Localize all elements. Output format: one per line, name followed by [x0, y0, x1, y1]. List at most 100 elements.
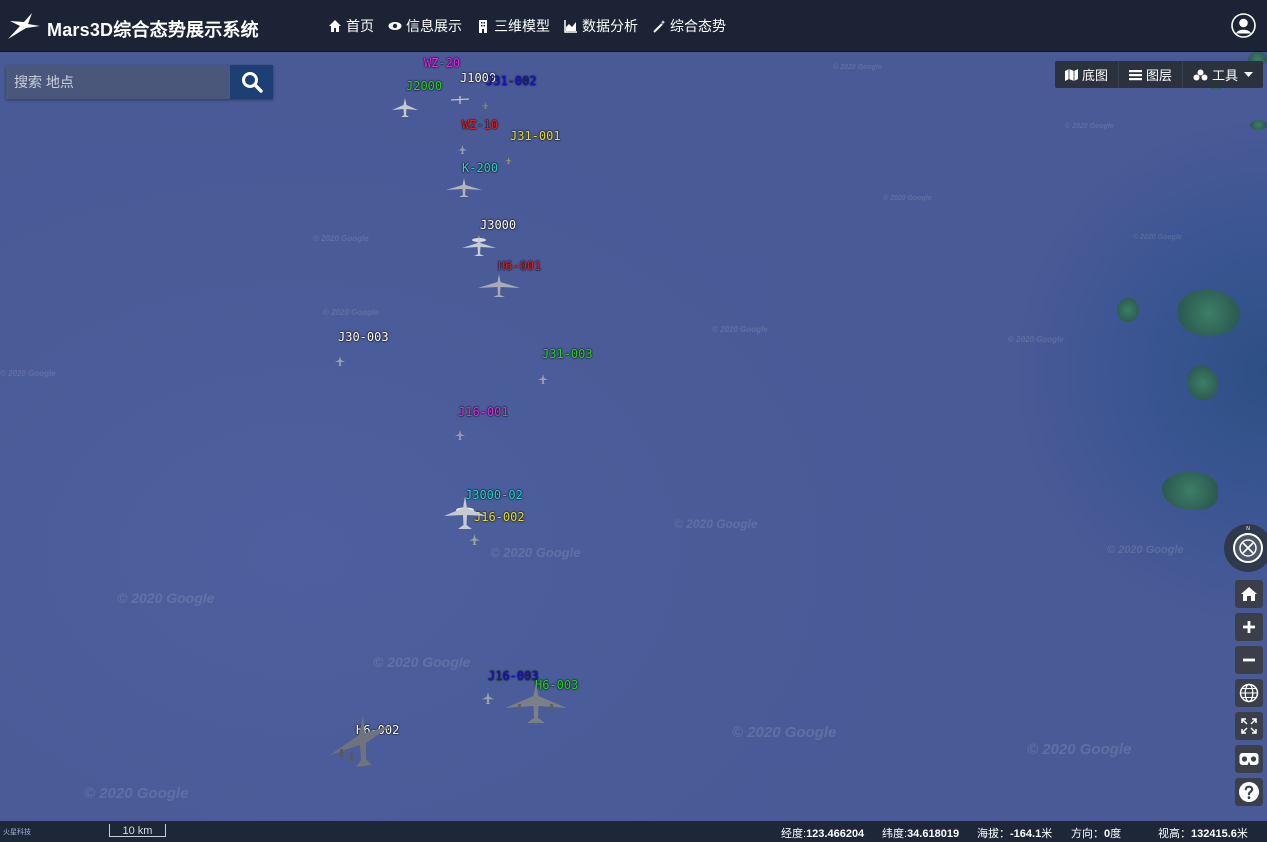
vr-headset-icon — [1239, 753, 1259, 765]
layers-button[interactable]: 图层 — [1119, 61, 1183, 88]
google-watermark: © 2020 Google — [674, 517, 758, 531]
latitude-value: 34.618019 — [907, 828, 960, 840]
status-bar: 火星科技 10 km 经度:123.466204 纬度:34.618019 海拔… — [0, 821, 1267, 842]
aircraft-label: J2000 — [406, 79, 443, 93]
google-watermark: © 2020 Google — [0, 369, 56, 378]
search-button[interactable] — [230, 65, 273, 99]
view-height-readout: 视高：132415.6米 — [1158, 825, 1248, 841]
zoom-in-button[interactable] — [1235, 613, 1263, 641]
home-view-button[interactable] — [1235, 580, 1263, 608]
main-nav: 首页 信息展示 三维模型 数据分析 综合态势 — [328, 16, 740, 36]
help-button[interactable] — [1235, 778, 1263, 806]
nav-label: 信息展示 — [406, 18, 462, 34]
aircraft-icon[interactable] — [330, 715, 392, 769]
map-toolbar: 底图 图层 工具 — [1054, 61, 1263, 88]
aircraft-icon[interactable] — [335, 356, 345, 366]
globe-map-view[interactable]: © 2020 Google © 2020 Google © 2020 Googl… — [0, 52, 1267, 821]
scale-bar: 10 km — [109, 824, 166, 837]
aircraft-label: K-200 — [462, 161, 499, 175]
nav-label: 数据分析 — [582, 18, 638, 34]
nav-item-3d-model[interactable]: 三维模型 — [476, 16, 550, 36]
aircraft-icon[interactable] — [538, 374, 548, 384]
aircraft-icon[interactable] — [478, 274, 520, 298]
app-title: Mars3D综合态势展示系统 — [47, 20, 259, 40]
nav-item-info[interactable]: 信息展示 — [388, 16, 462, 36]
question-icon — [1239, 782, 1259, 802]
aircraft-icon[interactable] — [451, 96, 469, 104]
nav-item-home[interactable]: 首页 — [328, 16, 374, 36]
island — [1178, 290, 1240, 336]
aircraft-label: J16-003 — [488, 669, 539, 683]
search-icon — [241, 72, 263, 93]
aircraft-icon[interactable] — [505, 157, 512, 164]
google-watermark: © 2020 Google — [833, 64, 882, 71]
layers-label: 图层 — [1145, 68, 1172, 83]
vr-button[interactable] — [1235, 745, 1263, 773]
google-watermark: © 2020 Google — [883, 195, 932, 202]
top-header: Mars3D综合态势展示系统 首页 信息展示 三维模型 数据分析 综合态势 — [0, 0, 1267, 52]
aircraft-icon[interactable] — [446, 178, 482, 198]
aircraft-icon[interactable] — [469, 534, 480, 545]
aircraft-icon[interactable] — [392, 98, 418, 118]
magic-wand-icon — [653, 20, 666, 33]
search-input[interactable] — [6, 65, 230, 99]
nav-item-situation[interactable]: 综合态势 — [652, 16, 726, 36]
user-avatar-icon[interactable] — [1231, 13, 1256, 38]
google-watermark: © 2020 Google — [490, 545, 581, 560]
altitude-label: 海拔： — [977, 828, 1010, 840]
google-watermark: © 2020 Google — [84, 785, 189, 802]
google-watermark: © 2020 Google — [1027, 741, 1132, 758]
google-watermark: © 2020 Google — [712, 325, 768, 334]
cubes-icon — [1193, 69, 1208, 80]
basemap-button[interactable]: 底图 — [1055, 61, 1119, 88]
aircraft-label: J31-003 — [542, 347, 593, 361]
eye-icon — [388, 22, 402, 30]
aircraft-icon[interactable] — [462, 235, 496, 257]
svg-text:N: N — [1246, 526, 1250, 532]
latitude-readout: 纬度:34.618019 — [882, 825, 959, 841]
aircraft-icon[interactable] — [505, 682, 567, 724]
tools-label: 工具 — [1211, 68, 1238, 83]
zoom-out-button[interactable] — [1235, 646, 1263, 674]
heading-label: 方向： — [1071, 828, 1104, 840]
aircraft-icon[interactable] — [482, 692, 494, 704]
minus-icon — [1243, 658, 1255, 662]
compass-icon[interactable]: N — [1223, 523, 1267, 573]
aircraft-icon[interactable] — [482, 102, 489, 109]
aircraft-icon[interactable] — [455, 430, 465, 440]
layers-icon — [1128, 69, 1142, 80]
home-icon — [329, 20, 341, 32]
map-icon — [1064, 68, 1078, 81]
google-watermark: © 2020 Google — [117, 590, 215, 606]
building-icon — [479, 20, 487, 33]
aircraft-label: J3000 — [480, 218, 517, 232]
altitude-unit: 米 — [1041, 828, 1053, 840]
google-watermark: © 2020 Google — [1065, 123, 1114, 130]
latitude-label: 纬度: — [882, 828, 908, 840]
scene-mode-button[interactable] — [1235, 679, 1263, 707]
google-watermark: © 2020 Google — [732, 724, 837, 741]
nav-label: 三维模型 — [494, 18, 550, 34]
aircraft-label: J30-003 — [338, 330, 389, 344]
aircraft-label: J31-001 — [510, 129, 561, 143]
longitude-value: 123.466204 — [806, 828, 865, 840]
aircraft-label: WZ-20 — [424, 56, 461, 70]
view-height-unit: 米 — [1236, 828, 1248, 840]
aircraft-icon[interactable] — [444, 496, 486, 530]
aircraft-label: H6-001 — [498, 259, 542, 273]
heading-readout: 方向：0度 — [1071, 825, 1121, 841]
nav-item-data-analysis[interactable]: 数据分析 — [564, 16, 638, 36]
caret-down-icon — [1244, 71, 1253, 77]
plus-icon — [1243, 621, 1255, 633]
island — [1117, 298, 1139, 322]
google-watermark: © 2020 Google — [323, 308, 379, 317]
island — [1188, 366, 1218, 400]
scale-label: 10 km — [122, 825, 153, 837]
fullscreen-button[interactable] — [1235, 712, 1263, 740]
google-watermark: © 2020 Google — [1107, 544, 1184, 556]
aircraft-icon[interactable] — [458, 145, 467, 154]
tools-dropdown[interactable]: 工具 — [1183, 61, 1263, 88]
view-height-value: 132415.6 — [1191, 828, 1237, 840]
heading-unit: 度 — [1110, 828, 1122, 840]
google-watermark: © 2020 Google — [1133, 234, 1182, 241]
